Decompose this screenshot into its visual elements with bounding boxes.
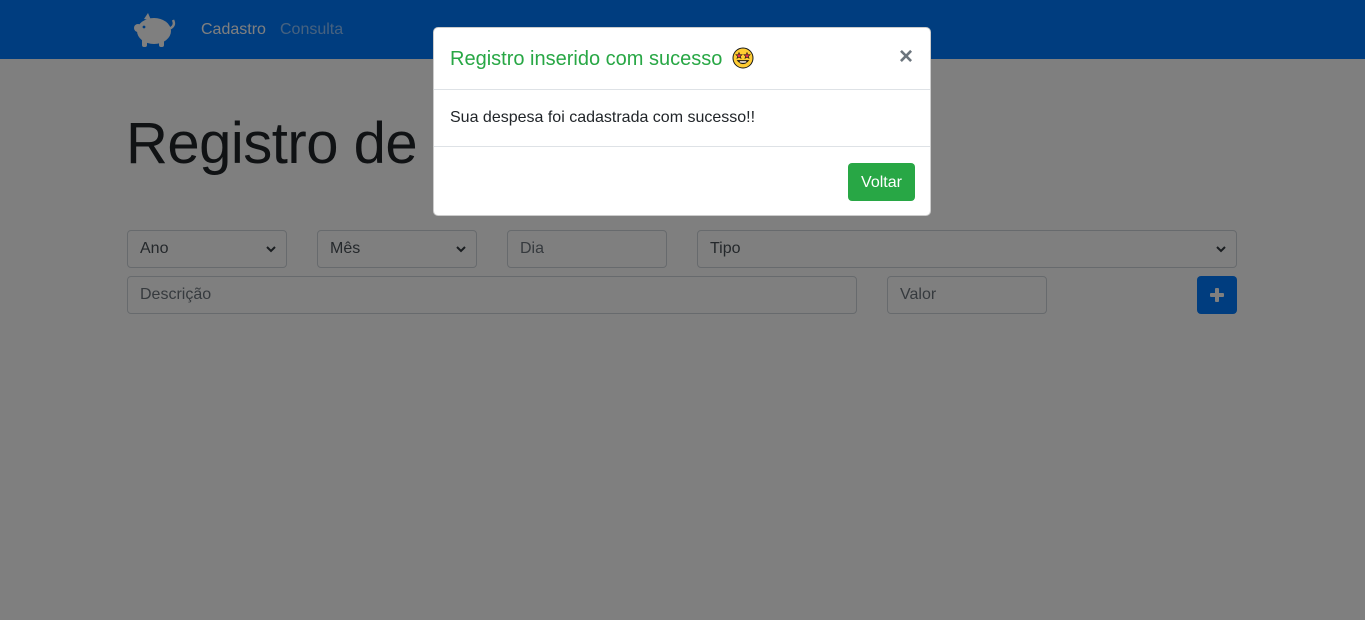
voltar-button[interactable]: Voltar [848, 163, 915, 201]
page: Cadastro Consulta Registro de n Ano Mês … [0, 0, 1365, 620]
success-modal: Registro inserido com sucesso × Sua desp… [433, 27, 931, 216]
modal-body-text: Sua despesa foi cadastrada com sucesso!! [450, 109, 756, 126]
modal-header: Registro inserido com sucesso × [434, 28, 930, 90]
star-struck-emoji-icon [732, 47, 754, 69]
modal-title-text: Registro inserido com sucesso [450, 48, 723, 70]
modal-title: Registro inserido com sucesso [450, 47, 754, 71]
close-button[interactable]: × [896, 45, 916, 69]
modal-footer-divider [434, 146, 930, 148]
